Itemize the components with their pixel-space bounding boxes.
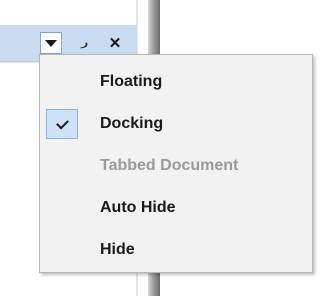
- menu-item-floating[interactable]: Floating: [40, 63, 312, 101]
- menu-item-label: Tabbed Document: [100, 157, 239, 174]
- menu-item-label: Docking: [100, 115, 164, 132]
- checked-indicator: [46, 109, 78, 139]
- menu-item-label: Hide: [100, 241, 135, 258]
- window-position-dropdown-button[interactable]: [40, 32, 62, 54]
- menu-item-tabbed-document: Tabbed Document: [40, 147, 312, 185]
- screen: ᎕ ✕ Floating Docking Tabbed Document Aut…: [0, 0, 335, 296]
- menu-item-label: Auto Hide: [100, 199, 176, 216]
- chevron-down-icon: [45, 39, 57, 47]
- menu-item-auto-hide[interactable]: Auto Hide: [40, 189, 312, 227]
- close-button[interactable]: ✕: [104, 32, 126, 54]
- checkmark-icon: [55, 116, 69, 129]
- pin-button[interactable]: ᎕: [73, 32, 95, 54]
- pin-icon: ᎕: [80, 34, 88, 51]
- window-position-menu: Floating Docking Tabbed Document Auto Hi…: [39, 54, 313, 273]
- menu-item-docking[interactable]: Docking: [40, 105, 312, 143]
- menu-item-label: Floating: [100, 73, 163, 90]
- menu-item-hide[interactable]: Hide: [40, 231, 312, 269]
- close-icon: ✕: [108, 35, 122, 52]
